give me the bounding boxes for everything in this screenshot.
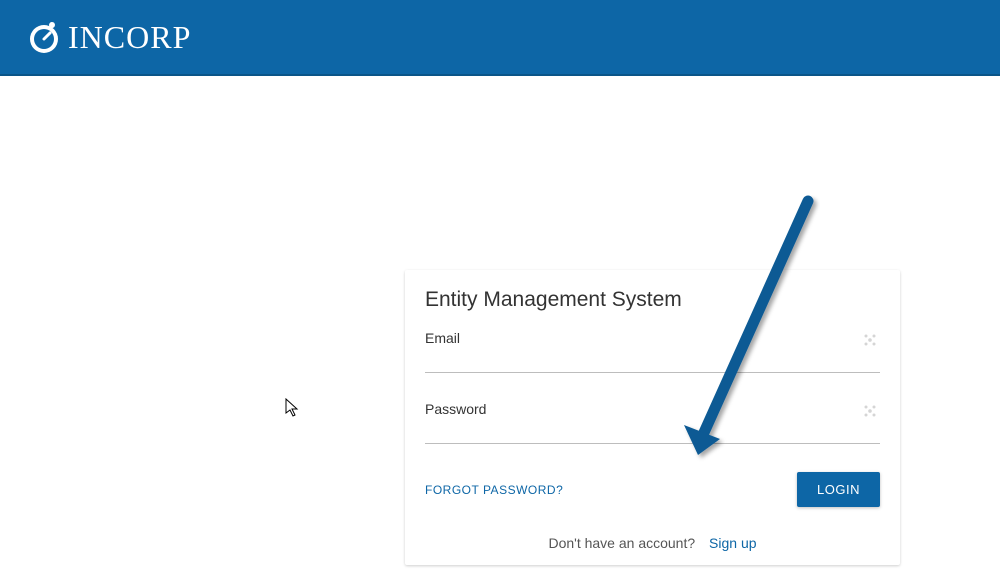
login-button[interactable]: LOGIN xyxy=(797,472,880,507)
signup-prompt: Don't have an account? xyxy=(548,535,695,551)
email-field-group: Email xyxy=(425,330,880,373)
action-row: FORGOT PASSWORD? LOGIN xyxy=(425,472,880,507)
sparkle-icon xyxy=(862,332,878,348)
incorp-logo-icon xyxy=(26,19,62,55)
mouse-cursor-icon xyxy=(285,398,301,418)
email-input[interactable] xyxy=(425,350,880,373)
signup-row: Don't have an account? Sign up xyxy=(425,527,880,551)
forgot-password-link[interactable]: FORGOT PASSWORD? xyxy=(425,483,563,497)
password-input[interactable] xyxy=(425,421,880,444)
login-card: Entity Management System Email Password xyxy=(405,270,900,565)
signup-link[interactable]: Sign up xyxy=(709,535,756,551)
password-field-group: Password xyxy=(425,401,880,444)
password-label: Password xyxy=(425,401,880,417)
card-title: Entity Management System xyxy=(425,288,880,312)
brand-logo: INCORP xyxy=(26,19,191,56)
email-label: Email xyxy=(425,330,880,346)
brand-name: INCORP xyxy=(68,19,191,56)
app-header: INCORP xyxy=(0,0,1000,76)
sparkle-icon xyxy=(862,403,878,419)
